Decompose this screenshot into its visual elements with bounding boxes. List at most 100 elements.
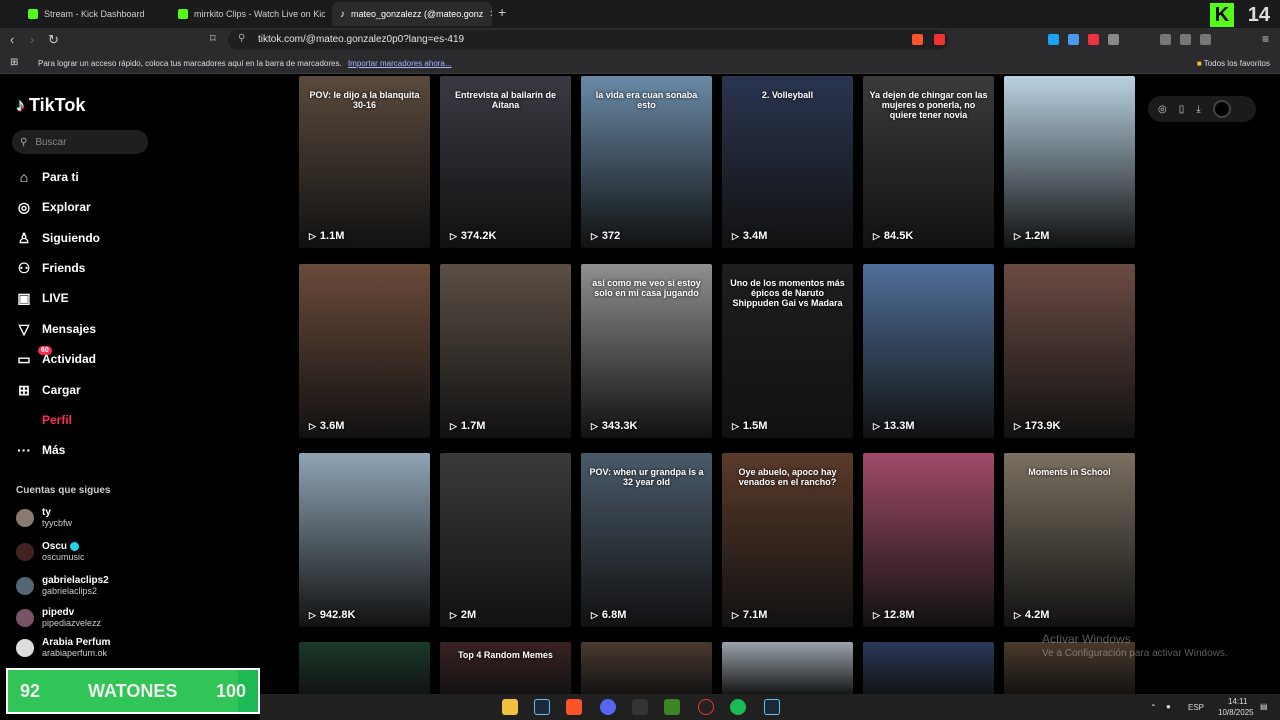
forward-icon[interactable]: › [30,32,34,47]
notifications-icon[interactable]: ▤ [1260,702,1268,711]
tray-chevron-icon[interactable]: ⌃ [1150,703,1157,712]
minecraft-icon[interactable] [664,699,680,715]
url-field[interactable]: ⚲ tiktok.com/@mateo.gonzalez0p0?lang=es-… [228,30,948,50]
download-icon[interactable]: ⤓ [1196,104,1200,115]
bookmark-icon[interactable]: ⌑ [210,32,216,45]
extension-icon[interactable] [1068,34,1079,45]
sidebar-item-perfil[interactable]: Perfil [16,410,72,430]
followed-account[interactable]: Oscu oscumusic [16,541,85,562]
epic-games-icon[interactable] [632,699,648,715]
reload-icon[interactable]: ↻ [48,32,59,48]
media-icon[interactable] [1160,34,1171,45]
video-card[interactable]: ▷ 1.7M [440,264,571,438]
sidebar-item-para-ti[interactable]: ⌂ Para ti [16,167,79,187]
tab-kick-clips[interactable]: mirrkito Clips - Watch Live on Kic [170,2,325,26]
menu-icon[interactable]: ≡ [1262,32,1269,46]
spotify-icon[interactable] [730,699,746,715]
video-card[interactable] [722,642,853,696]
video-card[interactable]: 2. Volleyball ▷ 3.4M [722,76,853,248]
tab-kick-dashboard[interactable]: Stream - Kick Dashboard [20,2,170,26]
import-bookmarks-link[interactable]: Importar marcadores ahora... [348,59,452,68]
video-card[interactable]: la vida era cuan sonaba esto ▷ 372 [581,76,712,248]
play-icon: ▷ [1014,609,1021,620]
view-count-text: 13.3M [883,420,915,432]
view-count: ▷ 3.4M [732,230,767,242]
site-info-icon[interactable]: ⚲ [238,33,245,44]
search-input[interactable]: ⚲ Buscar [12,130,148,154]
sidebar-item-cargar[interactable]: ⊞ Cargar [16,380,81,400]
apps-grid-icon[interactable]: ⊞ [10,57,18,68]
wallet-icon[interactable] [1200,34,1211,45]
tab-tiktok[interactable]: ♪ mateo_gonzalezz (@mateo.gonz ✕ [332,2,492,26]
video-card[interactable]: Moments in School ▷ 4.2M [1004,453,1135,627]
followed-account[interactable]: ty tyycbfw [16,507,72,528]
back-icon[interactable]: ‹ [10,32,14,47]
all-bookmarks-button[interactable]: ■ Todos los favoritos [1197,59,1270,68]
video-card[interactable]: ▷ 2M [440,453,571,627]
obs-icon[interactable] [698,699,714,715]
play-icon: ▷ [1014,230,1021,241]
compass-icon: ◎ [17,198,31,215]
brave-rewards-icon[interactable] [934,34,945,45]
phone-icon[interactable]: ▯ [1179,104,1185,115]
sidebar-item-live[interactable]: ▣ LIVE [16,288,68,308]
account-name: gabrielaclips2 [42,575,109,586]
watones-goal: 100 [215,680,246,701]
clock-time[interactable]: 14:11 [1228,697,1247,706]
extensions-puzzle-icon[interactable] [1108,34,1119,45]
extension-icon[interactable] [1048,34,1059,45]
upload-icon: ⊞ [18,381,30,398]
video-card[interactable]: ▷ 13.3M [863,264,994,438]
new-tab-icon[interactable]: + [498,4,506,20]
tiktok-logo[interactable]: ♪ TikTok [16,95,85,116]
close-tab-icon[interactable]: ✕ [489,9,492,20]
view-count-text: 3.6M [319,420,345,432]
video-card[interactable]: así como me veo si estoy solo en mi casa… [581,264,712,438]
view-count: ▷ 3.6M [309,420,344,432]
sidebar-item-actividad[interactable]: ▭ 60 Actividad [16,346,96,369]
video-card[interactable] [299,642,430,696]
sidebar-toggle-icon[interactable] [1180,34,1191,45]
sidebar-item-mas[interactable]: ··· Más [16,440,65,460]
view-count-text: 84.5K [883,230,914,242]
clock-date[interactable]: 10/8/2025 [1218,708,1254,717]
compass-icon[interactable]: ◎ [1158,104,1167,115]
tab-title: mirrkito Clips - Watch Live on Kic [194,9,325,19]
view-count-text: 7.1M [742,609,768,621]
followed-account[interactable]: pipedv pipediazvelezz [16,607,101,628]
followed-account[interactable]: gabrielaclips2 gabrielaclips2 [16,575,109,596]
video-card[interactable] [581,642,712,696]
file-explorer-icon[interactable] [502,699,518,715]
video-card[interactable]: POV: when ur grandpa is a 32 year old ▷ 6.… [581,453,712,627]
steam-icon[interactable] [764,699,780,715]
video-card[interactable]: Oye abuelo, apoco hay venados en el ranc… [722,453,853,627]
video-card[interactable]: ▷ 3.6M [299,264,430,438]
microphone-icon[interactable]: ● [1166,702,1171,711]
view-count-text: 1.7M [460,420,486,432]
extension-icon[interactable] [1088,34,1099,45]
brave-shield-icon[interactable] [912,34,923,45]
video-card[interactable]: ▷ 1.2M [1004,76,1135,248]
sidebar-item-siguiendo[interactable]: ♙ Siguiendo [16,228,100,248]
friends-icon: ⚇ [17,259,31,276]
input-language[interactable]: ESP [1188,703,1204,712]
video-card[interactable]: Uno de los momentos más épicos de Naruto… [722,264,853,438]
sidebar-item-explorar[interactable]: ◎ Explorar [16,197,91,217]
sidebar-item-mensajes[interactable]: ▽ Mensajes [16,319,96,339]
followed-account[interactable]: Arabia Perfum arabiaperfum.ok [16,637,110,658]
video-card[interactable]: Top 4 Random Memes [440,642,571,696]
video-card[interactable]: ▷ 942.8K [299,453,430,627]
video-card[interactable]: Ya dejen de chingar con las mujeres o po… [863,76,994,248]
video-card[interactable]: Entrevista al bailarín de Aitana ▷ 374.2K [440,76,571,248]
video-card[interactable]: ▷ 12.8M [863,453,994,627]
profile-avatar[interactable] [1212,100,1231,118]
watones-label: WATONES [88,680,178,701]
account-handle: oscumusic [42,552,85,562]
video-card[interactable]: ▷ 173.9K [1004,264,1135,438]
discord-icon[interactable] [600,699,616,715]
steam-icon[interactable] [534,699,550,715]
sidebar-item-friends[interactable]: ⚇ Friends [16,258,86,278]
video-card[interactable] [863,642,994,696]
brave-icon[interactable] [566,699,582,715]
video-card[interactable]: POV: le dijo a la blanquita 30-16 ▷ 1.1M [299,76,430,248]
